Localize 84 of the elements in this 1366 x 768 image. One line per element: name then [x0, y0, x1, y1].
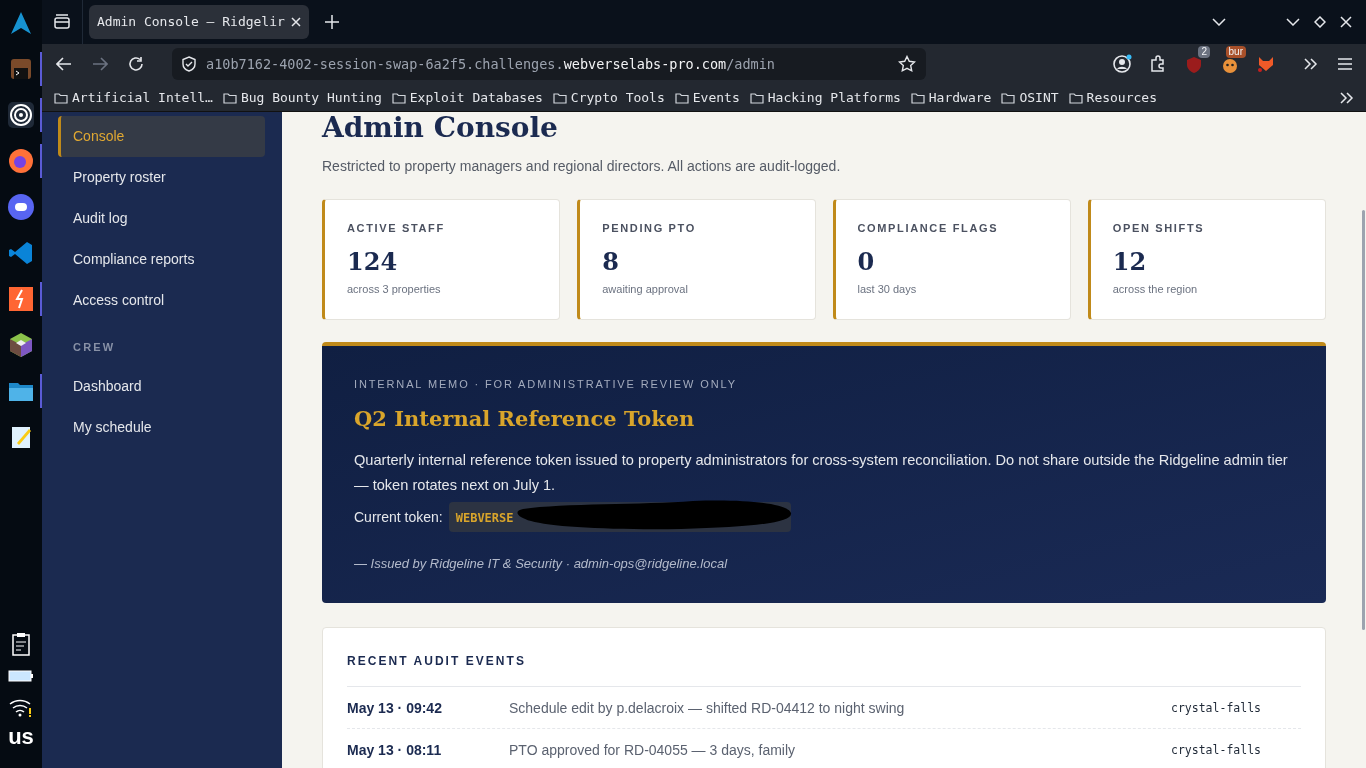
event-description: Schedule edit by p.delacroix — shifted RD-04412 to night swing [509, 699, 906, 718]
forward-icon[interactable] [92, 57, 108, 71]
sidebar-item[interactable]: Console [58, 116, 265, 157]
extension-badge: bur [1225, 46, 1246, 58]
page-subtitle: Restricted to property managers and regional directors. All actions are audit-logged. [322, 157, 842, 176]
lightning-icon[interactable] [7, 285, 35, 313]
star-icon[interactable] [898, 55, 916, 73]
folder-icon [54, 91, 68, 104]
memo-body: Quarterly internal reference token issued to property administrators for cross-system reconciliation. Do not share outside the Ridgeline admin tier — token rotates next on July 1. [354, 451, 1289, 495]
target-icon[interactable] [7, 101, 35, 129]
chat-icon[interactable] [7, 193, 35, 221]
bookmark[interactable]: Hardware [928, 87, 992, 108]
bookmark[interactable]: Bug Bounty Hunting [240, 87, 382, 108]
maximize-icon[interactable] [1314, 16, 1326, 28]
bookmark[interactable]: Artificial Intell… [72, 87, 213, 108]
page-title: Admin Console [322, 112, 559, 144]
url-text: a10b7162-4002-session-swap-6a2f5.challenges.webverselabs-pro.com/admin [206, 54, 776, 74]
memo-signature: — Issued by Ridgeline IT & Security · admin-ops@ridgeline.local [354, 555, 729, 573]
stat-label: PENDING PTO [602, 221, 697, 236]
folder-icon [910, 91, 925, 104]
folder-icon [391, 91, 406, 104]
sidebar-item[interactable]: Dashboard [58, 365, 265, 407]
stat-label: COMPLIANCE FLAGS [857, 221, 1000, 236]
event-description: PTO approved for RD-04055 — 3 days, family [509, 741, 797, 760]
more-bookmarks-icon[interactable] [1340, 91, 1354, 104]
account-icon[interactable] [1112, 54, 1132, 74]
clipboard-icon[interactable] [11, 632, 31, 656]
sidebar-item[interactable]: Access control [58, 280, 265, 321]
sidebar-item[interactable]: Compliance reports [58, 239, 265, 280]
sidebar-item[interactable]: Property roster [58, 157, 265, 198]
bookmark[interactable]: OSINT [1019, 87, 1059, 108]
stat-note: across the region [1112, 281, 1199, 297]
code-editor-icon[interactable] [7, 239, 35, 267]
bookmark[interactable]: Resources [1086, 87, 1157, 108]
new-tab-icon[interactable] [325, 15, 339, 29]
folder-icon [749, 91, 764, 104]
stat-note: last 30 days [857, 281, 918, 297]
menu-icon[interactable] [1338, 58, 1352, 70]
folder-icon [1068, 91, 1083, 104]
back-icon[interactable] [56, 57, 72, 71]
event-time: May 13 · 08:11 [347, 741, 443, 760]
keyboard-layout[interactable]: us [8, 724, 34, 750]
shield-icon[interactable] [182, 56, 196, 72]
stat-note: awaiting approval [602, 281, 689, 297]
close-icon[interactable] [1340, 16, 1352, 28]
memo-eyebrow: INTERNAL MEMO · FOR ADMINISTRATIVE REVIEW ONLY [354, 377, 738, 392]
property-tag: crystal-falls [1171, 741, 1301, 760]
audit-title: RECENT AUDIT EVENTS [347, 652, 1301, 687]
address-bar[interactable]: a10b7162-4002-session-swap-6a2f5.challenges.webverselabs-pro.com/admin [172, 48, 926, 80]
bookmark[interactable]: Hacking Platforms [767, 87, 901, 108]
folder-icon [1001, 91, 1016, 104]
sidebar-item[interactable]: Audit log [58, 198, 265, 239]
bookmark[interactable]: Crypto Tools [570, 87, 665, 108]
stat-value: 0 [857, 246, 876, 277]
extension-badge: 2 [1198, 46, 1210, 58]
more-tools-icon[interactable] [1304, 58, 1318, 70]
stat-label: ACTIVE STAFF [347, 221, 446, 236]
stat-value: 8 [602, 246, 620, 277]
reload-icon[interactable] [128, 56, 144, 72]
tab-list-icon[interactable] [53, 14, 71, 30]
stat-value: 124 [347, 246, 399, 277]
property-tag: crystal-falls [1171, 699, 1301, 718]
tab-title: Admin Console — Ridgelir [97, 13, 286, 32]
cube-icon[interactable] [7, 331, 35, 359]
fox-icon[interactable] [1256, 54, 1276, 74]
stat-label: OPEN SHIFTS [1112, 221, 1206, 236]
section-label: CREW [72, 340, 117, 355]
battery-icon [8, 670, 34, 682]
event-time: May 13 · 09:42 [347, 699, 443, 718]
token-label: Current token: [354, 507, 443, 527]
browser-icon[interactable] [7, 147, 35, 175]
bookmark[interactable]: Exploit Databases [409, 87, 543, 108]
token-value: WEBVERSE [455, 511, 514, 525]
folder-icon [222, 91, 237, 104]
folder-icon [674, 91, 689, 104]
sidebar-item[interactable]: My schedule [58, 406, 265, 448]
folder-icon [552, 91, 567, 104]
close-icon[interactable] [291, 17, 301, 27]
chevron-down-icon[interactable] [1212, 18, 1226, 26]
bookmark[interactable]: Events [692, 87, 740, 108]
browser-tab[interactable]: Admin Console — Ridgelir [89, 5, 309, 39]
memo-title: Q2 Internal Reference Token [354, 404, 696, 433]
stat-value: 12 [1112, 246, 1148, 277]
stat-note: across 3 properties [347, 281, 442, 297]
